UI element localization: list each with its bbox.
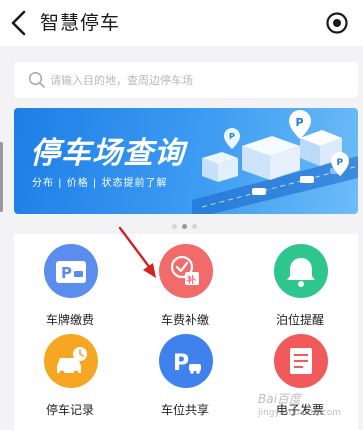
service-fee-supplement[interactable]: 补 车费补缴 <box>135 244 235 334</box>
service-label: 车牌缴费 <box>45 313 94 327</box>
car-clock-icon <box>57 347 87 376</box>
watermark-sub: jingyan.baidu.com <box>258 408 342 418</box>
search-input[interactable] <box>50 62 350 98</box>
invoice-icon <box>290 348 312 374</box>
svg-text:补: 补 <box>186 274 196 286</box>
service-icon-circle <box>44 334 98 388</box>
carousel-indicator <box>172 224 202 230</box>
chevron-left-icon <box>11 10 26 36</box>
bell-icon <box>287 258 315 287</box>
service-plate-payment[interactable]: P 车牌缴费 <box>20 244 120 334</box>
service-label: 停车记录 <box>45 403 94 417</box>
service-icon-circle <box>274 244 328 298</box>
carousel-dot[interactable] <box>192 224 197 229</box>
svg-text:P: P <box>173 351 189 376</box>
service-icon-circle <box>274 334 328 388</box>
service-label: 泊位提醒 <box>275 313 324 327</box>
top-bar: 智慧停车 <box>0 0 363 46</box>
service-spot-sharing[interactable]: P 车位共享 <box>135 334 235 424</box>
license-plate-p-icon: P <box>56 261 86 283</box>
svg-text:P: P <box>296 116 304 129</box>
watermark-text: Bai百度 <box>258 392 301 406</box>
carousel-dot-active[interactable] <box>182 224 187 229</box>
service-parking-records[interactable]: 停车记录 <box>20 334 120 424</box>
service-berth-reminder[interactable]: 泊位提醒 <box>250 244 350 334</box>
svg-text:P: P <box>229 132 235 141</box>
back-button[interactable] <box>4 6 38 40</box>
service-icon-circle: P <box>44 244 98 298</box>
service-label: 车位共享 <box>160 403 209 417</box>
banner-subtitle: 分布 | 价格 | 状态提前了解 <box>32 178 168 189</box>
parking-share-icon: P <box>173 351 201 376</box>
search-bar[interactable] <box>14 62 358 98</box>
fee-supplement-icon: 补 <box>170 255 199 286</box>
banner-title: 停车场查询 <box>30 136 185 171</box>
city-parking-illustration: P P P <box>192 110 358 214</box>
page-title: 智慧停车 <box>40 12 121 34</box>
service-icon-circle: 补 <box>159 244 213 298</box>
carousel-dot[interactable] <box>172 224 177 229</box>
service-label: 车费补缴 <box>160 313 209 327</box>
left-edge-marker <box>0 142 3 212</box>
target-button[interactable] <box>325 11 349 35</box>
svg-text:P: P <box>61 264 72 282</box>
promo-banner[interactable]: 停车场查询 分布 | 价格 | 状态提前了解 P P P <box>14 108 358 214</box>
service-icon-circle: P <box>159 334 213 388</box>
target-icon <box>326 12 348 34</box>
svg-text:P: P <box>337 158 344 168</box>
search-icon <box>28 71 45 88</box>
baidu-watermark: Bai百度 jingyan.baidu.com <box>240 386 360 426</box>
